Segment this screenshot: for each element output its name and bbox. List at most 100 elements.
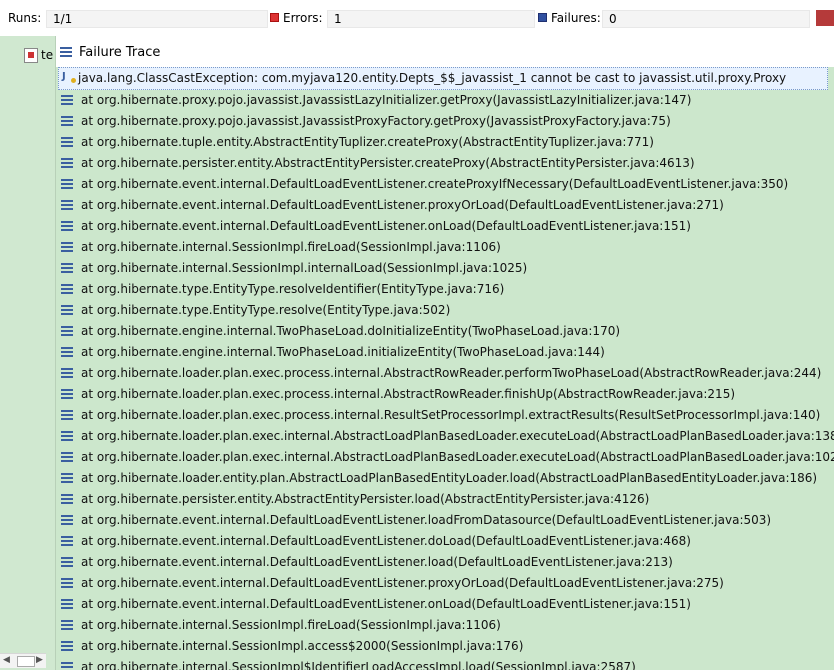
stack-frame-text: at org.hibernate.type.EntityType.resolve…: [81, 282, 505, 296]
stack-frame-icon: [61, 137, 73, 147]
stack-frame-row[interactable]: at org.hibernate.type.EntityType.resolve…: [56, 279, 834, 300]
stack-frame-icon: [61, 620, 73, 630]
stack-frame-row[interactable]: at org.hibernate.loader.plan.exec.proces…: [56, 405, 834, 426]
errors-value: 1: [327, 10, 535, 28]
failures-value: 0: [602, 10, 810, 28]
stack-frame-row[interactable]: at org.hibernate.tuple.entity.AbstractEn…: [56, 132, 834, 153]
stack-frame-row[interactable]: at org.hibernate.internal.SessionImpl$Id…: [56, 657, 834, 670]
scroll-left-icon[interactable]: ◀: [3, 655, 10, 665]
test-tree-pane: te ◀ ▶: [0, 36, 56, 670]
stack-frame-icon: [61, 662, 73, 670]
scroll-right-icon[interactable]: ▶: [36, 655, 43, 665]
stack-frame-row[interactable]: at org.hibernate.loader.plan.exec.intern…: [56, 447, 834, 468]
stack-frame-text: at org.hibernate.internal.SessionImpl.fi…: [81, 618, 501, 632]
runs-value: 1/1: [46, 10, 268, 28]
failures-stat: Failures: 0: [538, 9, 810, 28]
stack-frame-row[interactable]: at org.hibernate.engine.internal.TwoPhas…: [56, 342, 834, 363]
stack-frame-icon: [61, 557, 73, 567]
errors-label: Errors:: [283, 11, 323, 25]
failure-trace-title: Failure Trace: [79, 45, 161, 60]
stack-frame-row[interactable]: at org.hibernate.engine.internal.TwoPhas…: [56, 321, 834, 342]
stack-frame-text: at org.hibernate.event.internal.DefaultL…: [81, 177, 789, 191]
test-progress-bar: [816, 10, 834, 26]
stack-frame-row[interactable]: at org.hibernate.event.internal.DefaultL…: [56, 195, 834, 216]
stack-frame-icon: [61, 536, 73, 546]
stack-frame-icon: [61, 641, 73, 651]
stack-frame-icon: [61, 515, 73, 525]
stack-frame-text: at org.hibernate.loader.plan.exec.proces…: [81, 366, 822, 380]
stack-frame-row[interactable]: at org.hibernate.internal.SessionImpl.fi…: [56, 237, 834, 258]
stack-frame-text: at org.hibernate.tuple.entity.AbstractEn…: [81, 135, 654, 149]
stack-trace-icon: [60, 46, 72, 57]
failure-trace-list[interactable]: J java.lang.ClassCastException: com.myja…: [56, 67, 834, 670]
stack-frame-icon: [61, 179, 73, 189]
exception-icon: J: [62, 70, 76, 86]
stack-frame-text: at org.hibernate.loader.plan.exec.intern…: [81, 429, 834, 443]
stack-frame-text: at org.hibernate.engine.internal.TwoPhas…: [81, 324, 621, 338]
test-error-icon: [24, 48, 38, 63]
stack-frame-text: at org.hibernate.proxy.pojo.javassist.Ja…: [81, 114, 671, 128]
stack-frame-row[interactable]: at org.hibernate.internal.SessionImpl.fi…: [56, 615, 834, 636]
stack-frame-row[interactable]: at org.hibernate.internal.SessionImpl.ac…: [56, 636, 834, 657]
stack-frame-icon: [61, 326, 73, 336]
stack-frame-icon: [61, 452, 73, 462]
stack-frame-row[interactable]: at org.hibernate.loader.plan.exec.intern…: [56, 426, 834, 447]
stack-frame-row[interactable]: at org.hibernate.event.internal.DefaultL…: [56, 510, 834, 531]
stack-frame-text: at org.hibernate.event.internal.DefaultL…: [81, 219, 691, 233]
stack-frame-text: at org.hibernate.proxy.pojo.javassist.Ja…: [81, 93, 692, 107]
stack-frame-text: at org.hibernate.internal.SessionImpl.in…: [81, 261, 528, 275]
stack-frame-text: at org.hibernate.event.internal.DefaultL…: [81, 513, 772, 527]
failure-trace-header: Failure Trace: [56, 44, 160, 62]
stack-frame-text: at org.hibernate.persister.entity.Abstra…: [81, 156, 695, 170]
failures-label: Failures:: [551, 11, 601, 25]
runs-label: Runs:: [8, 11, 42, 25]
test-tree-item[interactable]: te: [24, 47, 53, 63]
stack-frame-row[interactable]: at org.hibernate.event.internal.DefaultL…: [56, 552, 834, 573]
stack-frame-icon: [61, 158, 73, 168]
stack-frame-icon: [61, 284, 73, 294]
stack-frame-row[interactable]: at org.hibernate.event.internal.DefaultL…: [56, 594, 834, 615]
stack-frame-text: at org.hibernate.engine.internal.TwoPhas…: [81, 345, 605, 359]
stack-frame-row[interactable]: at org.hibernate.persister.entity.Abstra…: [56, 489, 834, 510]
stack-frame-row[interactable]: at org.hibernate.type.EntityType.resolve…: [56, 300, 834, 321]
stack-frame-icon: [61, 473, 73, 483]
stack-frame-text: at org.hibernate.event.internal.DefaultL…: [81, 597, 691, 611]
scrollbar-thumb[interactable]: [17, 656, 35, 667]
error-icon: [270, 13, 279, 22]
stack-frame-row[interactable]: at org.hibernate.loader.plan.exec.proces…: [56, 363, 834, 384]
stack-frame-row[interactable]: at org.hibernate.persister.entity.Abstra…: [56, 153, 834, 174]
stack-frame-icon: [61, 200, 73, 210]
stack-frame-row[interactable]: at org.hibernate.proxy.pojo.javassist.Ja…: [56, 111, 834, 132]
stack-frame-text: at org.hibernate.event.internal.DefaultL…: [81, 198, 724, 212]
stack-frame-row[interactable]: at org.hibernate.loader.entity.plan.Abst…: [56, 468, 834, 489]
stack-frame-icon: [61, 347, 73, 357]
stack-frame-row[interactable]: at org.hibernate.internal.SessionImpl.in…: [56, 258, 834, 279]
stack-frame-icon: [61, 221, 73, 231]
stack-frame-icon: [61, 242, 73, 252]
stack-frame-text: at org.hibernate.event.internal.DefaultL…: [81, 576, 724, 590]
errors-stat: Errors: 1: [270, 9, 535, 28]
stack-frame-text: at org.hibernate.type.EntityType.resolve…: [81, 303, 451, 317]
stack-frame-row[interactable]: at org.hibernate.event.internal.DefaultL…: [56, 573, 834, 594]
test-tree-item-label: te: [41, 48, 54, 62]
stack-frame-icon: [61, 116, 73, 126]
stack-frame-row[interactable]: at org.hibernate.loader.plan.exec.proces…: [56, 384, 834, 405]
stack-frame-text: at org.hibernate.persister.entity.Abstra…: [81, 492, 650, 506]
stack-frame-row[interactable]: at org.hibernate.proxy.pojo.javassist.Ja…: [56, 90, 834, 111]
exception-row[interactable]: J java.lang.ClassCastException: com.myja…: [58, 67, 828, 90]
stack-frame-row[interactable]: at org.hibernate.event.internal.DefaultL…: [56, 531, 834, 552]
stack-frame-row[interactable]: at org.hibernate.event.internal.DefaultL…: [56, 216, 834, 237]
stack-frame-text: at org.hibernate.loader.entity.plan.Abst…: [81, 471, 818, 485]
stack-frame-icon: [61, 305, 73, 315]
stack-frame-text: at org.hibernate.event.internal.DefaultL…: [81, 555, 673, 569]
runs-stat: Runs: 1/1: [8, 9, 268, 28]
horizontal-scrollbar[interactable]: ◀ ▶: [0, 653, 46, 668]
stack-frame-text: at org.hibernate.loader.plan.exec.intern…: [81, 450, 834, 464]
stack-frame-text: at org.hibernate.internal.SessionImpl.fi…: [81, 240, 501, 254]
stack-frame-icon: [61, 494, 73, 504]
stack-frame-icon: [61, 431, 73, 441]
stack-frame-icon: [61, 410, 73, 420]
stack-frame-icon: [61, 95, 73, 105]
stack-frame-row[interactable]: at org.hibernate.event.internal.DefaultL…: [56, 174, 834, 195]
stack-frame-icon: [61, 368, 73, 378]
